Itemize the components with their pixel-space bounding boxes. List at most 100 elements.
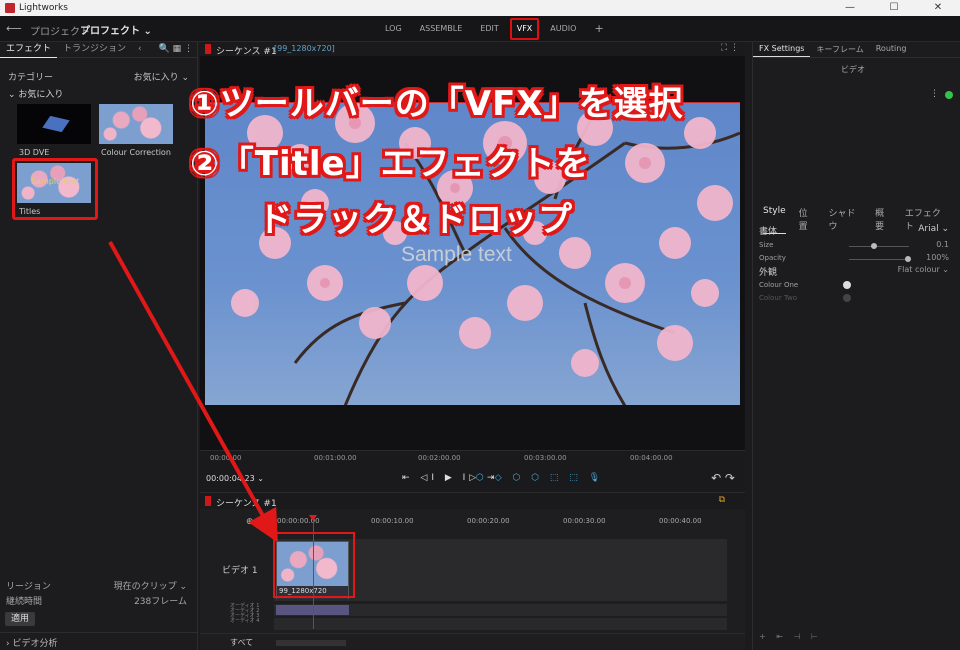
favorites-dropdown[interactable]: お気に入り ⌄ xyxy=(134,70,189,83)
timeline-scrollbar[interactable] xyxy=(276,640,346,646)
audio-track[interactable] xyxy=(274,604,727,616)
all-tracks-row: すべて xyxy=(200,633,745,650)
audio-track[interactable] xyxy=(274,618,727,630)
timecode-display[interactable]: 00:00:04.23 ⌄ xyxy=(206,474,264,483)
window-title: Lightworks xyxy=(19,3,68,13)
video-track[interactable]: 99_1280x720 xyxy=(274,539,727,601)
tab-fx-settings[interactable]: FX Settings xyxy=(753,42,811,57)
font-row: 書体 Arial ⌄ xyxy=(759,224,955,237)
effect-thumb-3d-dve[interactable] xyxy=(17,104,91,144)
effect-label-colour-correction: Colour Correction xyxy=(101,148,171,157)
timeline-panel: シーケンス #1 ⧉ ⊕ ⊖ 00:00:00.00 00:00:10.00 0… xyxy=(200,492,745,650)
fx-settings-panel: FX Settings キーフレーム Routing ビデオ ⋮ Style 位… xyxy=(752,42,960,650)
region-label: リージョン xyxy=(6,582,51,592)
viewer-header: シーケンス #1 [99_1280x720] ⛶ ⋮ xyxy=(200,42,745,57)
opacity-slider[interactable] xyxy=(849,256,911,262)
tab-keyframes[interactable]: キーフレーム xyxy=(810,42,869,57)
opacity-value[interactable]: 100% xyxy=(926,253,949,262)
copy-icon[interactable]: ⧉ xyxy=(719,495,725,505)
sequence-flag-icon xyxy=(205,44,211,54)
tab-assemble[interactable]: ASSEMBLE xyxy=(411,16,472,42)
look-dropdown[interactable]: Flat colour ⌄ xyxy=(898,265,949,274)
instruction-line-2: ②「Title」エフェクトを xyxy=(190,144,591,184)
ruler-tick: 00:00:00 xyxy=(210,454,242,462)
sequence-flag-icon xyxy=(205,496,211,506)
ruler-tick: 00:03:00.00 xyxy=(524,454,567,462)
search-grid-menu-icons[interactable]: 🔍 ▦ ⋮ xyxy=(159,44,193,54)
back-icon[interactable]: ⟵ xyxy=(6,22,22,35)
undo-redo-icons[interactable]: ↶ ↷ xyxy=(711,471,735,485)
ruler-tick: 00:01:00.00 xyxy=(314,454,357,462)
size-value[interactable]: 0.1 xyxy=(936,240,949,249)
maximize-button[interactable]: ☐ xyxy=(872,0,916,16)
viewer-ruler[interactable]: 00:00:00 00:01:00.00 00:02:00.00 00:03:0… xyxy=(200,450,745,466)
app-toolbar: ⟵ プロジェクト プロフェクト ⌄ LOG ASSEMBLE EDIT VFX … xyxy=(0,16,960,42)
tab-scroll-left-icon[interactable]: ‹ xyxy=(132,42,148,57)
effect-label-3d-dve: 3D DVE xyxy=(19,148,50,157)
tab-routing[interactable]: Routing xyxy=(870,42,913,57)
timeline-tick: 00:00:10.00 xyxy=(371,517,414,525)
duration-label: 継続時間 xyxy=(6,597,43,607)
ruler-tick: 00:04:00.00 xyxy=(630,454,673,462)
viewer-sequence-title: シーケンス #1 xyxy=(216,47,277,57)
viewer-fullscreen-menu-icons[interactable]: ⛶ ⋮ xyxy=(721,43,739,53)
size-slider[interactable] xyxy=(849,243,909,249)
transport-bar: 00:00:04.23 ⌄ ⇤ ◁I ▶ I▷ ⇥ ⬡ ◇ ⬡ ⬡ ⬚ ⬚ 🎙 … xyxy=(200,466,745,492)
timeline-playhead[interactable] xyxy=(309,515,317,629)
effect-track-row[interactable]: ⋮ xyxy=(753,88,960,102)
colour-one-row: Colour One xyxy=(759,280,955,293)
timeline-header: シーケンス #1 ⧉ xyxy=(200,493,745,509)
all-tracks-label: すべて xyxy=(230,638,254,647)
look-label: 外観 xyxy=(759,268,778,278)
tab-audio[interactable]: AUDIO xyxy=(541,16,585,42)
menu-icon[interactable]: ⋮ xyxy=(930,89,939,99)
size-row: Size 0.1 xyxy=(759,240,955,253)
tab-edit[interactable]: EDIT xyxy=(471,16,507,42)
window-controls: — ☐ ✕ xyxy=(828,0,960,16)
timeline-ruler[interactable]: 00:00:00.00 00:00:10.00 00:00:20.00 00:0… xyxy=(275,517,727,529)
ruler-tick: 00:02:00.00 xyxy=(418,454,461,462)
add-tab-button[interactable]: + xyxy=(585,16,612,42)
minimize-button[interactable]: — xyxy=(828,0,872,16)
effects-panel: エフェクト トランジション ‹ 🔍 ▦ ⋮ カテゴリー お気に入り ⌄ ⌄ お気… xyxy=(0,42,198,650)
instruction-line-1: ①ツールバーの「VFX」を選択 xyxy=(190,84,684,124)
tab-log[interactable]: LOG xyxy=(376,16,411,42)
opacity-label: Opacity xyxy=(759,254,786,262)
effect-thumb-titles[interactable]: Sample text xyxy=(17,163,91,203)
effect-enabled-indicator[interactable] xyxy=(945,91,953,99)
audio-track-labels: オーディオ 1 オーディオ 2 オーディオ 3 オーディオ 4 xyxy=(230,604,259,624)
keyframe-nav-icons[interactable]: + ⇤ ⊣ ⊢ xyxy=(759,632,822,641)
font-label: 書体 xyxy=(759,227,778,237)
colour-two-row: Colour Two xyxy=(759,293,955,306)
look-row: 外観 Flat colour ⌄ xyxy=(759,265,955,278)
instruction-line-3: ドラック＆ドロップ xyxy=(258,200,573,240)
project-name-dropdown[interactable]: プロフェクト ⌄ xyxy=(80,22,152,37)
apply-button[interactable]: 適用 xyxy=(5,612,35,626)
effect-thumb-colour-correction[interactable] xyxy=(99,104,173,144)
close-button[interactable]: ✕ xyxy=(916,0,960,16)
tab-transitions[interactable]: トランジション xyxy=(57,42,132,57)
audio-track-label: オーディオ 4 xyxy=(230,618,260,624)
tab-vfx[interactable]: VFX xyxy=(509,18,540,40)
size-label: Size xyxy=(759,241,774,249)
timeline-tick: 00:00:40.00 xyxy=(659,517,702,525)
title-sample-text[interactable]: Sample text xyxy=(401,243,512,267)
titles-thumb-text: Sample text xyxy=(31,177,80,186)
video-analysis-section[interactable]: › ビデオ分析 xyxy=(0,632,198,650)
tab-effects[interactable]: エフェクト xyxy=(0,42,58,58)
font-dropdown[interactable]: Arial ⌄ xyxy=(918,224,949,234)
timeline-sequence-title: シーケンス #1 xyxy=(216,499,277,509)
colour-one-swatch[interactable] xyxy=(843,281,851,289)
timeline-tick: 00:00:20.00 xyxy=(467,517,510,525)
colour-one-label: Colour One xyxy=(759,281,799,289)
colour-two-swatch[interactable] xyxy=(843,294,851,302)
video-section-header: ビデオ xyxy=(841,65,865,74)
region-dropdown[interactable]: 現在のクリップ ⌄ xyxy=(114,579,187,592)
marker-controls[interactable]: ⬡ ◇ ⬡ ⬡ ⬚ ⬚ 🎙 xyxy=(476,473,604,483)
category-label: カテゴリー xyxy=(8,73,54,83)
timeline-tick: 00:00:30.00 xyxy=(563,517,606,525)
duration-value: 238フレーム xyxy=(134,597,187,607)
favorites-group-header[interactable]: ⌄ お気に入り xyxy=(8,87,63,100)
zoom-icons[interactable]: ⊕ ⊖ xyxy=(246,517,264,527)
room-tabs: LOG ASSEMBLE EDIT VFX AUDIO + xyxy=(376,16,613,42)
